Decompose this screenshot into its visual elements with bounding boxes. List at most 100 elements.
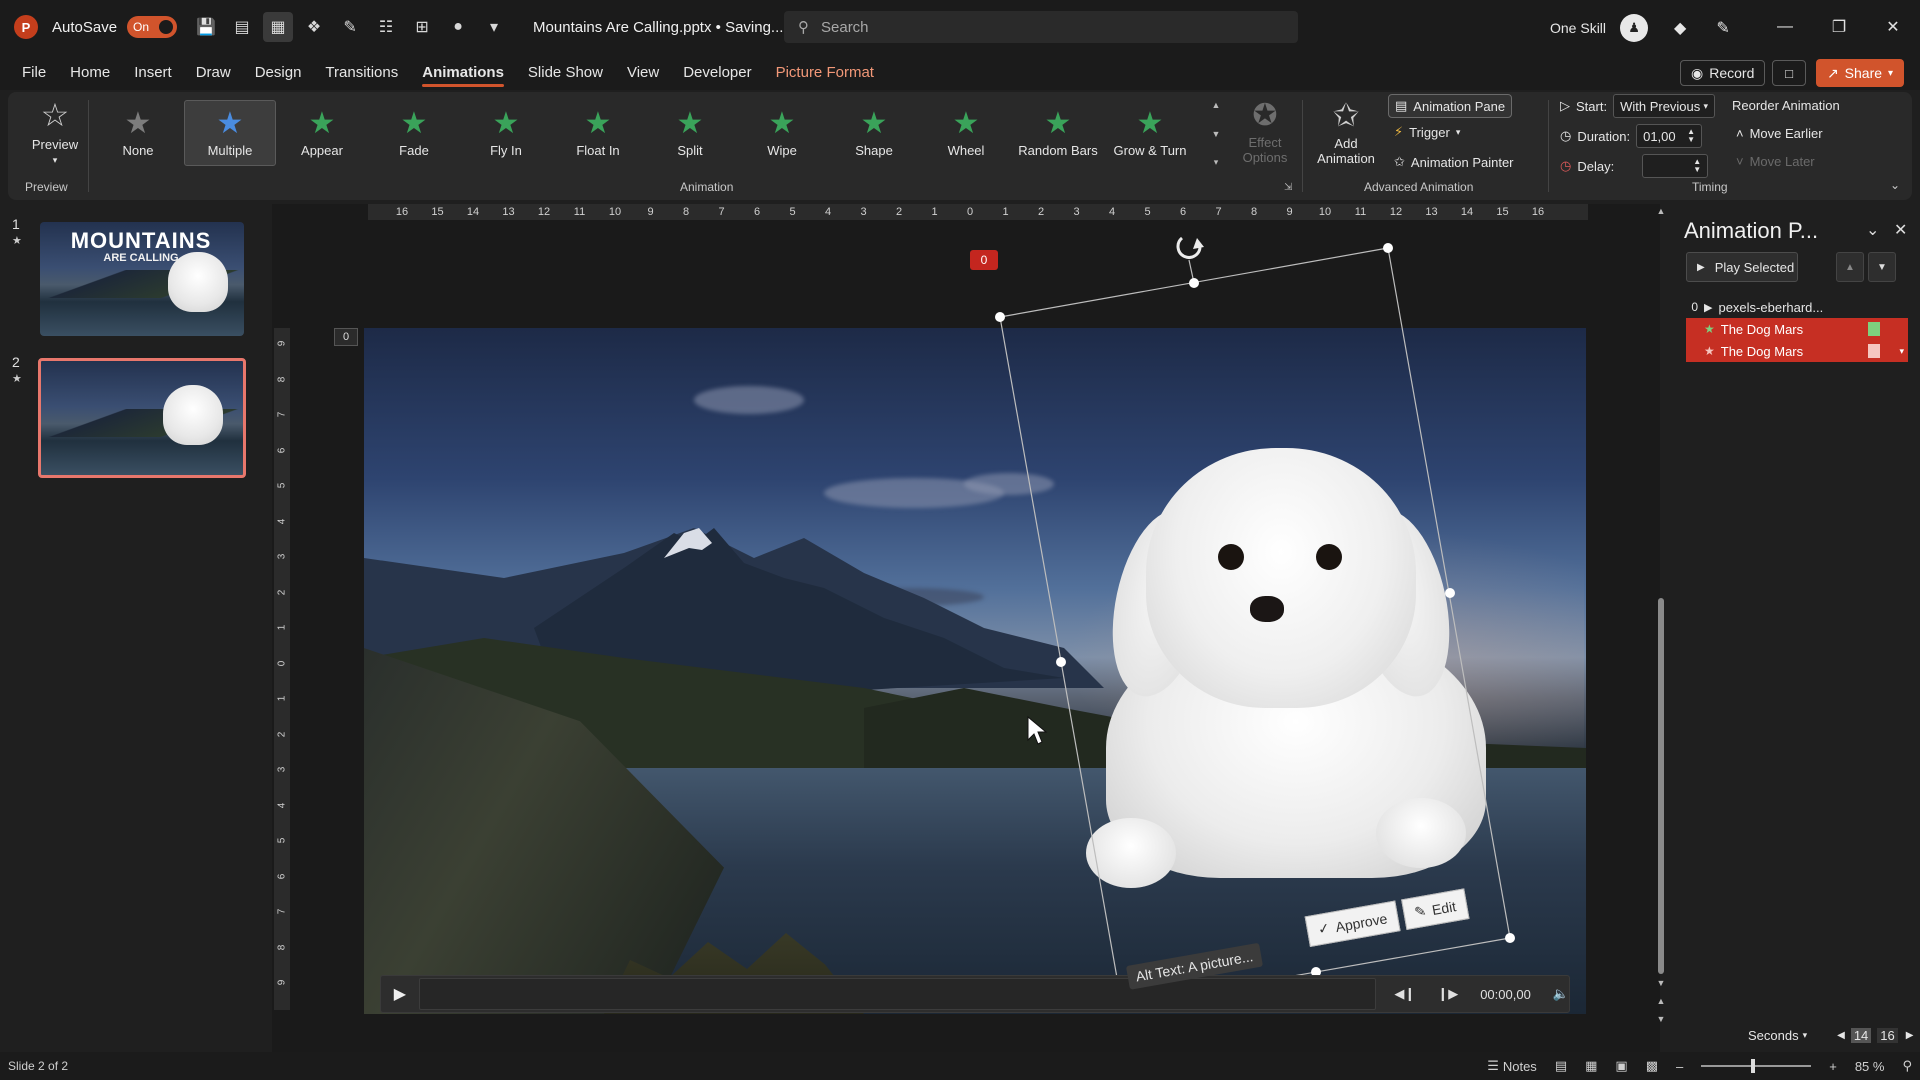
zoom-in-icon[interactable]: + — [1829, 1059, 1837, 1074]
move-earlier-button[interactable]: ˄ Move Earlier — [1736, 126, 1823, 141]
layout-icon[interactable]: ▦ — [263, 12, 294, 42]
pen-tool-icon[interactable]: ✎ — [1716, 18, 1729, 38]
dialog-launcher-icon[interactable]: ⇲ — [1284, 182, 1292, 193]
gallery-more-icon[interactable]: ▾ — [1214, 157, 1219, 168]
tab-developer[interactable]: Developer — [683, 58, 751, 87]
zoom-slider[interactable] — [1701, 1059, 1812, 1073]
notes-button[interactable]: ☰ Notes — [1487, 1058, 1537, 1074]
animation-pane-button[interactable]: ▤ Animation Pane — [1388, 94, 1513, 118]
collapse-ribbon-icon[interactable]: ⌄ — [1890, 178, 1900, 192]
normal-view-icon[interactable]: ▤ — [1555, 1058, 1567, 1074]
animation-grow-turn[interactable]: ★ Grow & Turn — [1104, 100, 1196, 166]
zoom-out-icon[interactable]: – — [1676, 1059, 1683, 1074]
play-selected-button[interactable]: ▶ Play Selected — [1686, 252, 1798, 282]
avatar[interactable]: ♟ — [1620, 14, 1649, 42]
tab-design[interactable]: Design — [255, 58, 302, 87]
tab-draw[interactable]: Draw — [196, 58, 231, 87]
slide-sorter-icon[interactable]: ▦ — [1585, 1058, 1597, 1074]
tab-picture-format[interactable]: Picture Format — [776, 58, 874, 87]
scrollbar-thumb[interactable] — [1658, 598, 1664, 974]
record-button[interactable]: ◉ Record — [1680, 60, 1766, 86]
pane-options-icon[interactable]: ⌄ — [1866, 220, 1879, 240]
save-icon[interactable]: 💾 — [191, 12, 221, 42]
slideshow-icon[interactable]: ▤ — [227, 12, 257, 42]
animation-appear[interactable]: ★ Appear — [276, 100, 368, 166]
next-slide-icon[interactable]: ▼ — [1656, 1014, 1666, 1024]
autosave-toggle[interactable]: On — [127, 16, 178, 38]
animation-list-item[interactable]: 0 ▶ pexels-eberhard... — [1686, 296, 1908, 318]
tab-file[interactable]: File — [22, 58, 46, 87]
shapes-icon[interactable]: ● — [443, 12, 473, 42]
document-title[interactable]: Mountains Are Calling.pptx • Saving... ⌄ — [533, 18, 804, 37]
delay-input[interactable]: ▲ ▼ — [1642, 154, 1709, 178]
move-later-label: Move Later — [1749, 154, 1815, 169]
present-icon[interactable]: ☷ — [371, 12, 401, 42]
gallery-down-icon[interactable]: ▼ — [1212, 129, 1221, 139]
previous-slide-icon[interactable]: ▲ — [1656, 996, 1666, 1006]
tab-view[interactable]: View — [627, 58, 659, 87]
move-down-button[interactable]: ▼ — [1868, 252, 1896, 282]
step-forward-icon[interactable]: ❙▶ — [1437, 986, 1458, 1002]
editor-scrollbar[interactable]: ▲ ▼ ▲ ▼ — [1656, 206, 1666, 1034]
comments-button[interactable]: □ — [1772, 60, 1806, 86]
user-name[interactable]: One Skill — [1550, 20, 1606, 36]
tab-animations[interactable]: Animations — [422, 58, 504, 87]
preview-button[interactable]: ☆ Preview ▾ — [20, 96, 90, 174]
more-icon[interactable]: ▾ — [479, 12, 509, 42]
animation-painter-button[interactable]: ✩ Animation Painter — [1394, 154, 1514, 170]
close-pane-icon[interactable]: ✕ — [1894, 220, 1907, 240]
animation-number-tag[interactable]: 0 — [970, 250, 998, 270]
tab-home[interactable]: Home — [70, 58, 110, 87]
animation-fade[interactable]: ★ Fade — [368, 100, 460, 166]
tab-transitions[interactable]: Transitions — [325, 58, 398, 87]
play-icon[interactable]: ▶ — [381, 975, 419, 1013]
chevron-down-icon[interactable]: ▾ — [1899, 346, 1904, 357]
units-select[interactable]: Seconds — [1748, 1028, 1799, 1043]
volume-icon[interactable]: 🔈 — [1553, 986, 1569, 1002]
zoom-knob[interactable] — [1751, 1059, 1756, 1073]
fit-slide-icon[interactable]: ⚲ — [1902, 1058, 1912, 1074]
format-icon[interactable]: ⊞ — [407, 12, 437, 42]
slideshow-view-icon[interactable]: ▩ — [1646, 1058, 1658, 1074]
search-input[interactable]: ⚲ Search — [784, 11, 1298, 43]
restore-icon[interactable]: ❐ — [1812, 0, 1866, 54]
animation-list-item[interactable]: ★ The Dog Mars — [1686, 318, 1908, 340]
duration-input[interactable]: 01,00 ▲ ▼ — [1636, 124, 1703, 148]
animation-list-item[interactable]: ★ The Dog Mars ▾ — [1686, 340, 1908, 362]
tab-insert[interactable]: Insert — [134, 58, 172, 87]
start-select[interactable]: With Previous ▾ — [1613, 94, 1716, 118]
draw-icon[interactable]: ❖ — [299, 12, 329, 42]
close-icon[interactable]: ✕ — [1866, 0, 1920, 54]
animation-split[interactable]: ★ Split — [644, 100, 736, 166]
animation-random-bars[interactable]: ★ Random Bars — [1012, 100, 1104, 166]
reading-view-icon[interactable]: ▣ — [1615, 1058, 1627, 1074]
move-up-button[interactable]: ▲ — [1836, 252, 1864, 282]
step-back-icon[interactable]: ◀❙ — [1394, 986, 1415, 1002]
timeline-right-icon[interactable]: ▶ — [1906, 1030, 1914, 1041]
slide-thumbnail-2[interactable] — [38, 358, 246, 478]
animation-fly-in[interactable]: ★ Fly In — [460, 100, 552, 166]
animation-shape[interactable]: ★ Shape — [828, 100, 920, 166]
media-timeline[interactable] — [418, 978, 1377, 1010]
move-later-button[interactable]: ˅ Move Later — [1736, 154, 1815, 169]
timeline-left-icon[interactable]: ◀ — [1837, 1030, 1845, 1041]
animation-float-in[interactable]: ★ Float In — [552, 100, 644, 166]
dog-image[interactable] — [1076, 448, 1506, 888]
gallery-up-icon[interactable]: ▲ — [1212, 100, 1221, 110]
add-animation-button[interactable]: ✩ Add Animation — [1306, 96, 1386, 176]
effect-options-button[interactable]: ✪ Effect Options — [1230, 98, 1300, 176]
zoom-level[interactable]: 85 % — [1855, 1059, 1885, 1074]
tab-slide-show[interactable]: Slide Show — [528, 58, 603, 87]
share-button[interactable]: ↗ Share ▾ — [1816, 59, 1904, 87]
scroll-up-icon[interactable]: ▲ — [1656, 206, 1666, 216]
animation-none[interactable]: ★ None — [92, 100, 184, 166]
trigger-button[interactable]: ⚡ Trigger ▾ — [1394, 124, 1460, 140]
slide-thumbnail-1[interactable]: MOUNTAINS ARE CALLING — [40, 222, 244, 336]
diamond-icon[interactable]: ◆ — [1674, 18, 1686, 38]
minimize-icon[interactable]: — — [1758, 0, 1812, 54]
pen-icon[interactable]: ✎ — [335, 12, 365, 42]
animation-wheel[interactable]: ★ Wheel — [920, 100, 1012, 166]
animation-multiple[interactable]: ★ Multiple — [184, 100, 276, 166]
animation-wipe[interactable]: ★ Wipe — [736, 100, 828, 166]
scroll-down-icon[interactable]: ▼ — [1656, 978, 1666, 988]
